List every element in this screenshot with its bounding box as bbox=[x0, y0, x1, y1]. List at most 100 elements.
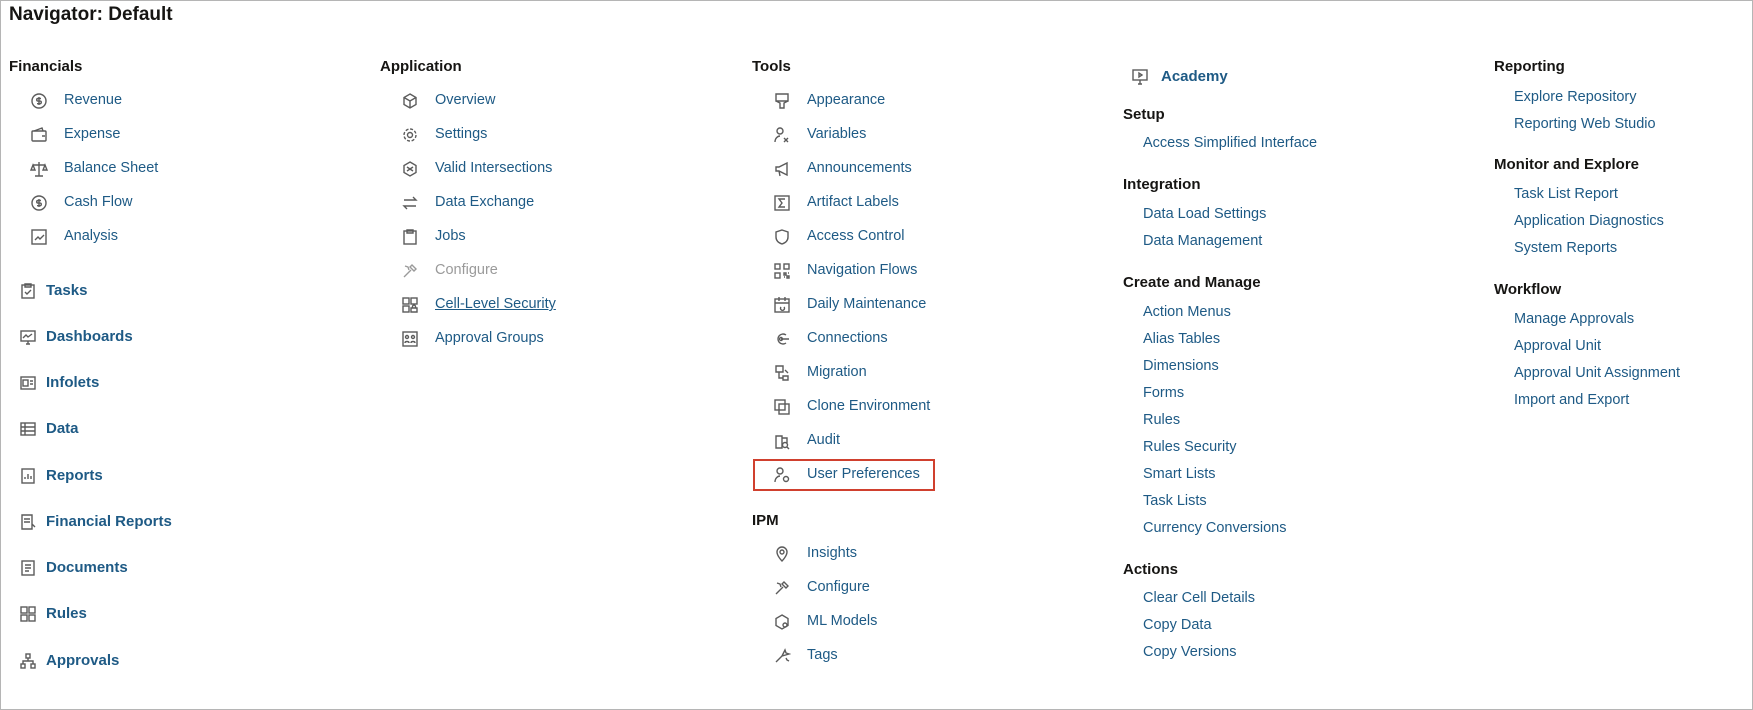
nav-item-ipm-configure[interactable]: Configure bbox=[775, 579, 870, 595]
nav-item-tags[interactable]: Tags bbox=[775, 647, 838, 663]
nav-item-cash-flow[interactable]: Cash Flow bbox=[31, 194, 133, 211]
link-application-diagnostics[interactable]: Application Diagnostics bbox=[1514, 213, 1664, 229]
link-access-simplified-interface[interactable]: Access Simplified Interface bbox=[1143, 135, 1317, 151]
nav-item-label: Insights bbox=[807, 545, 857, 561]
table-icon bbox=[18, 419, 38, 439]
link-system-reports[interactable]: System Reports bbox=[1514, 240, 1617, 256]
cube-icon bbox=[400, 91, 420, 111]
nav-item-ml-models[interactable]: ML Models bbox=[775, 613, 877, 630]
link-approval-unit[interactable]: Approval Unit bbox=[1514, 338, 1601, 354]
link-action-menus[interactable]: Action Menus bbox=[1143, 304, 1231, 320]
cluster-tasks[interactable]: Tasks bbox=[21, 282, 88, 299]
nav-item-label: Announcements bbox=[807, 160, 912, 176]
link-smart-lists[interactable]: Smart Lists bbox=[1143, 466, 1216, 482]
workflow-heading: Workflow bbox=[1494, 281, 1562, 298]
monitor-chart-icon bbox=[18, 327, 38, 347]
nav-item-clone-environment[interactable]: Clone Environment bbox=[774, 398, 931, 415]
nav-item-artifact-labels[interactable]: Artifact Labels bbox=[774, 194, 899, 211]
nav-item-connections[interactable]: Connections bbox=[777, 330, 888, 346]
link-data-management[interactable]: Data Management bbox=[1143, 233, 1262, 249]
audit-icon bbox=[772, 431, 792, 451]
cluster-documents[interactable]: Documents bbox=[21, 559, 128, 576]
cluster-infolets[interactable]: Infolets bbox=[20, 374, 100, 391]
nav-item-navigation-flows[interactable]: Navigation Flows bbox=[774, 262, 918, 279]
cluster-rules[interactable]: Rules bbox=[20, 605, 87, 622]
nav-item-balance-sheet[interactable]: Balance Sheet bbox=[30, 160, 158, 177]
infolet-icon bbox=[18, 373, 38, 393]
nav-item-daily-maintenance[interactable]: Daily Maintenance bbox=[774, 296, 926, 313]
nav-item-label: Variables bbox=[807, 126, 867, 142]
cluster-label: Rules bbox=[46, 605, 87, 622]
nav-item-approval-groups[interactable]: Approval Groups bbox=[402, 330, 544, 347]
user-variable-icon bbox=[772, 125, 792, 145]
link-reporting-web-studio[interactable]: Reporting Web Studio bbox=[1514, 116, 1656, 132]
dollar-circle-icon bbox=[29, 193, 49, 213]
cluster-label: Infolets bbox=[46, 374, 100, 391]
cluster-dashboards[interactable]: Dashboards bbox=[20, 328, 133, 345]
nav-item-expense[interactable]: Expense bbox=[31, 126, 120, 142]
nav-item-settings[interactable]: Settings bbox=[403, 126, 487, 142]
report-icon bbox=[18, 466, 38, 486]
link-import-and-export[interactable]: Import and Export bbox=[1514, 392, 1629, 408]
link-copy-versions[interactable]: Copy Versions bbox=[1143, 644, 1237, 660]
nav-item-cell-level-security[interactable]: Cell-Level Security bbox=[402, 296, 556, 313]
link-rules-security[interactable]: Rules Security bbox=[1143, 439, 1236, 455]
link-rules[interactable]: Rules bbox=[1143, 412, 1180, 428]
cluster-reports[interactable]: Reports bbox=[21, 467, 103, 484]
link-alias-tables[interactable]: Alias Tables bbox=[1143, 331, 1220, 347]
link-copy-data[interactable]: Copy Data bbox=[1143, 617, 1212, 633]
nav-item-announcements[interactable]: Announcements bbox=[775, 160, 912, 177]
nav-item-label: Clone Environment bbox=[807, 398, 931, 414]
financial-report-icon bbox=[18, 512, 38, 532]
dollar-circle-icon bbox=[29, 91, 49, 111]
nav-item-label: Navigation Flows bbox=[807, 262, 918, 278]
page-title: Navigator: Default bbox=[9, 4, 173, 25]
academy-link[interactable]: Academy bbox=[1132, 68, 1228, 85]
actions-heading: Actions bbox=[1123, 561, 1179, 578]
qr-grid-icon bbox=[772, 261, 792, 281]
nav-item-overview[interactable]: Overview bbox=[403, 92, 495, 109]
nav-item-analysis[interactable]: Analysis bbox=[31, 228, 118, 245]
clipboard-check-icon bbox=[18, 281, 38, 301]
cell-security-icon bbox=[400, 295, 420, 315]
sigma-icon bbox=[772, 193, 792, 213]
link-task-list-report[interactable]: Task List Report bbox=[1514, 186, 1618, 202]
clipboard-icon bbox=[400, 227, 420, 247]
intersect-icon bbox=[400, 159, 420, 179]
rules-grid-icon bbox=[18, 604, 38, 624]
nav-item-label: Valid Intersections bbox=[435, 160, 553, 176]
cluster-label: Dashboards bbox=[46, 328, 133, 345]
nav-item-jobs[interactable]: Jobs bbox=[403, 228, 466, 245]
link-approval-unit-assignment[interactable]: Approval Unit Assignment bbox=[1514, 365, 1680, 381]
nav-item-configure: Configure bbox=[403, 262, 498, 278]
link-forms[interactable]: Forms bbox=[1143, 385, 1184, 401]
highlight-box bbox=[753, 459, 935, 491]
link-task-lists[interactable]: Task Lists bbox=[1143, 493, 1207, 509]
wallet-icon bbox=[29, 125, 49, 145]
nav-item-variables[interactable]: Variables bbox=[774, 126, 867, 143]
nav-item-insights[interactable]: Insights bbox=[776, 545, 857, 562]
nav-item-valid-intersections[interactable]: Valid Intersections bbox=[403, 160, 553, 177]
nav-item-revenue[interactable]: Revenue bbox=[31, 92, 122, 109]
nav-item-label: Artifact Labels bbox=[807, 194, 899, 210]
nav-item-data-exchange[interactable]: Data Exchange bbox=[402, 194, 534, 210]
nav-item-appearance[interactable]: Appearance bbox=[775, 92, 885, 109]
nav-item-audit[interactable]: Audit bbox=[775, 432, 841, 450]
nav-item-migration[interactable]: Migration bbox=[775, 364, 867, 381]
link-data-load-settings[interactable]: Data Load Settings bbox=[1143, 206, 1266, 222]
nav-item-label: Analysis bbox=[64, 228, 118, 244]
cluster-data[interactable]: Data bbox=[20, 420, 79, 437]
nav-item-access-control[interactable]: Access Control bbox=[775, 228, 905, 245]
link-dimensions[interactable]: Dimensions bbox=[1143, 358, 1219, 374]
link-explore-repository[interactable]: Explore Repository bbox=[1514, 89, 1637, 105]
link-currency-conversions[interactable]: Currency Conversions bbox=[1143, 520, 1286, 536]
link-manage-approvals[interactable]: Manage Approvals bbox=[1514, 311, 1634, 327]
cluster-approvals[interactable]: Approvals bbox=[20, 652, 119, 669]
application-heading: Application bbox=[380, 58, 462, 75]
link-clear-cell-details[interactable]: Clear Cell Details bbox=[1143, 590, 1255, 606]
nav-item-label: Tags bbox=[807, 647, 838, 663]
academy-label: Academy bbox=[1161, 68, 1228, 85]
nav-item-label: Audit bbox=[807, 432, 841, 448]
cluster-label: Tasks bbox=[46, 282, 88, 299]
cluster-financial-reports[interactable]: Financial Reports bbox=[21, 513, 172, 530]
